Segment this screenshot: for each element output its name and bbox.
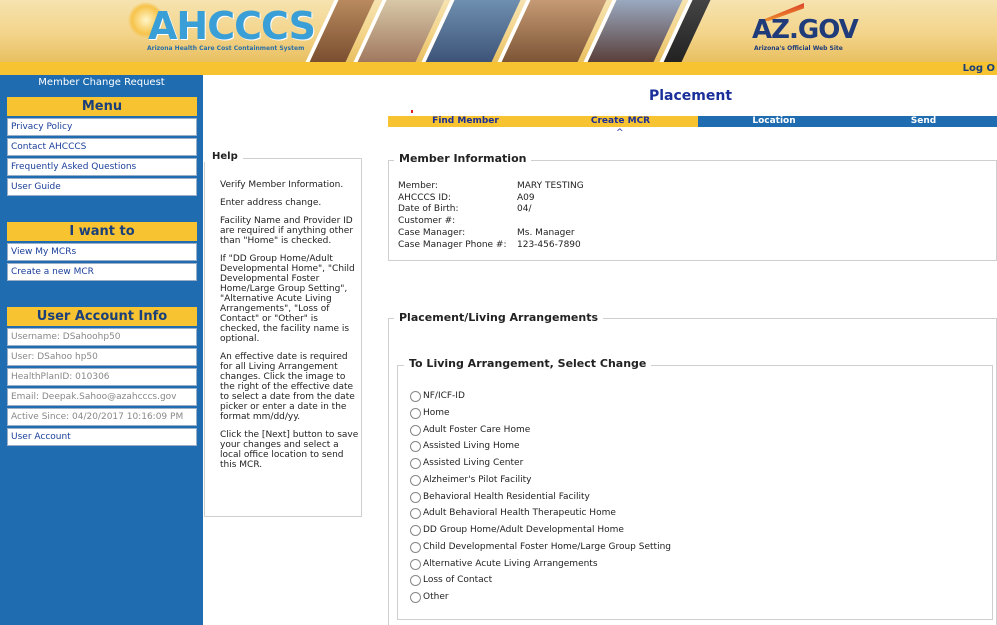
azgov-logo-subtitle: Arizona's Official Web Site [754, 45, 843, 52]
account-info-heading: User Account Info [7, 307, 197, 326]
help-legend: Help [204, 151, 243, 162]
option-label: DD Group Home/Adult Developmental Home [423, 525, 624, 535]
sidebar: Member Change Request Menu Privacy Polic… [0, 75, 203, 625]
help-paragraph: If "DD Group Home/Adult Developmental Ho… [220, 254, 355, 344]
help-paragraph: Facility Name and Provider ID are requir… [220, 216, 354, 246]
top-bar: Log O [0, 62, 997, 75]
progress-steps: Find Member Create MCR Location Send [388, 116, 997, 127]
sidebar-title: Member Change Request [38, 77, 165, 88]
option-label: Other [423, 592, 449, 602]
active-step-caret-icon: ^ [616, 128, 624, 138]
help-paragraph: An effective date is required for all Li… [220, 352, 355, 422]
radio-button[interactable] [410, 541, 421, 553]
case-manager-phone-value: 123-456-7890 [517, 240, 581, 250]
logout-link[interactable]: Log O [963, 62, 995, 75]
case-manager-label: Case Manager: [398, 228, 466, 238]
help-paragraph: Click the [Next] button to save your cha… [220, 430, 359, 470]
dob-label: Date of Birth: [398, 204, 459, 214]
banner-photo-strip [305, 0, 730, 62]
option-label: Behavioral Health Residential Facility [423, 492, 590, 502]
radio-button[interactable] [410, 507, 421, 519]
step-create-mcr[interactable]: Create MCR [543, 116, 698, 127]
member-label: Member: [398, 181, 438, 191]
ahcccs-id-value: A09 [517, 193, 535, 203]
member-value: MARY TESTING [517, 181, 584, 191]
option-label: Adult Behavioral Health Therapeutic Home [423, 508, 616, 518]
option-alternative-acute-living[interactable]: Alternative Acute Living Arrangements [410, 557, 598, 571]
radio-button[interactable] [410, 457, 421, 469]
help-text: Verify Member Information. Enter address… [220, 180, 360, 478]
placement-legend: Placement/Living Arrangements [394, 311, 604, 324]
option-label: Assisted Living Home [423, 441, 520, 451]
radio-button[interactable] [410, 491, 421, 503]
radio-button[interactable] [410, 407, 421, 419]
radio-button[interactable] [410, 558, 421, 570]
indicator-mark [411, 110, 413, 113]
i-want-to-heading: I want to [7, 222, 197, 241]
ahcccs-logo[interactable]: AHCCCS [148, 4, 316, 48]
option-assisted-living-center[interactable]: Assisted Living Center [410, 456, 523, 470]
azgov-logo[interactable]: AZ.GOV [752, 15, 859, 45]
step-send[interactable]: Send [850, 116, 997, 127]
site-banner: AHCCCS Arizona Health Care Cost Containm… [0, 0, 997, 62]
ahcccs-logo-subtitle: Arizona Health Care Cost Containment Sys… [147, 45, 305, 52]
sidebar-item-view-mcrs[interactable]: View My MCRs [7, 243, 197, 261]
help-paragraph: Enter address change. [220, 198, 322, 208]
radio-button[interactable] [410, 390, 421, 402]
option-dd-group-home[interactable]: DD Group Home/Adult Developmental Home [410, 523, 624, 537]
option-other[interactable]: Other [410, 590, 449, 604]
option-label: NF/ICF-ID [423, 391, 465, 401]
account-user: User: DSahoo hp50 [7, 348, 197, 366]
option-child-developmental-foster-home[interactable]: Child Developmental Foster Home/Large Gr… [410, 540, 671, 554]
option-label: Child Developmental Foster Home/Large Gr… [423, 542, 671, 552]
option-label: Home [423, 408, 450, 418]
option-label: Adult Foster Care Home [423, 425, 531, 435]
case-manager-value: Ms. Manager [517, 228, 575, 238]
dob-value: 04/ [517, 204, 532, 214]
account-email: Email: Deepak.Sahoo@azahcccs.gov [7, 388, 197, 406]
living-arrangement-legend: To Living Arrangement, Select Change [404, 357, 652, 370]
option-home[interactable]: Home [410, 406, 450, 420]
radio-button[interactable] [410, 440, 421, 452]
option-adult-behavioral-health-therapeutic[interactable]: Adult Behavioral Health Therapeutic Home [410, 506, 616, 520]
step-location[interactable]: Location [698, 116, 850, 127]
option-label: Assisted Living Center [423, 458, 524, 468]
customer-number-label: Customer #: [398, 216, 456, 226]
user-account-link[interactable]: User Account [7, 428, 197, 446]
account-username: Username: DSahoohp50 [7, 328, 197, 346]
option-assisted-living-home[interactable]: Assisted Living Home [410, 439, 520, 453]
option-label: Loss of Contact [423, 575, 493, 585]
page-title: Placement [648, 88, 733, 104]
radio-button[interactable] [410, 424, 421, 436]
option-adult-foster-care-home[interactable]: Adult Foster Care Home [410, 423, 530, 437]
option-loss-of-contact[interactable]: Loss of Contact [410, 573, 492, 587]
option-nf-icf-id[interactable]: NF/ICF-ID [410, 389, 465, 403]
sidebar-item-contact[interactable]: Contact AHCCCS [7, 138, 197, 156]
help-paragraph: Verify Member Information. [220, 180, 344, 190]
step-find-member[interactable]: Find Member [388, 116, 543, 127]
sidebar-item-privacy-policy[interactable]: Privacy Policy [7, 118, 197, 136]
sidebar-item-create-mcr[interactable]: Create a new MCR [7, 263, 197, 281]
menu-heading: Menu [7, 97, 197, 116]
sidebar-item-faq[interactable]: Frequently Asked Questions [7, 158, 197, 176]
member-info-legend: Member Information [394, 152, 532, 165]
radio-button[interactable] [410, 591, 421, 603]
radio-button[interactable] [410, 524, 421, 536]
option-behavioral-health-residential[interactable]: Behavioral Health Residential Facility [410, 490, 590, 504]
option-label: Alternative Acute Living Arrangements [423, 559, 598, 569]
account-active-since: Active Since: 04/20/2017 10:16:09 PM [7, 408, 197, 426]
case-manager-phone-label: Case Manager Phone #: [398, 240, 507, 250]
option-alzheimers-pilot-facility[interactable]: Alzheimer's Pilot Facility [410, 473, 531, 487]
sidebar-item-user-guide[interactable]: User Guide [7, 178, 197, 196]
ahcccs-id-label: AHCCCS ID: [398, 193, 451, 203]
account-healthplan-id: HealthPlanID: 010306 [7, 368, 197, 386]
radio-button[interactable] [410, 574, 421, 586]
radio-button[interactable] [410, 474, 421, 486]
option-label: Alzheimer's Pilot Facility [423, 475, 532, 485]
